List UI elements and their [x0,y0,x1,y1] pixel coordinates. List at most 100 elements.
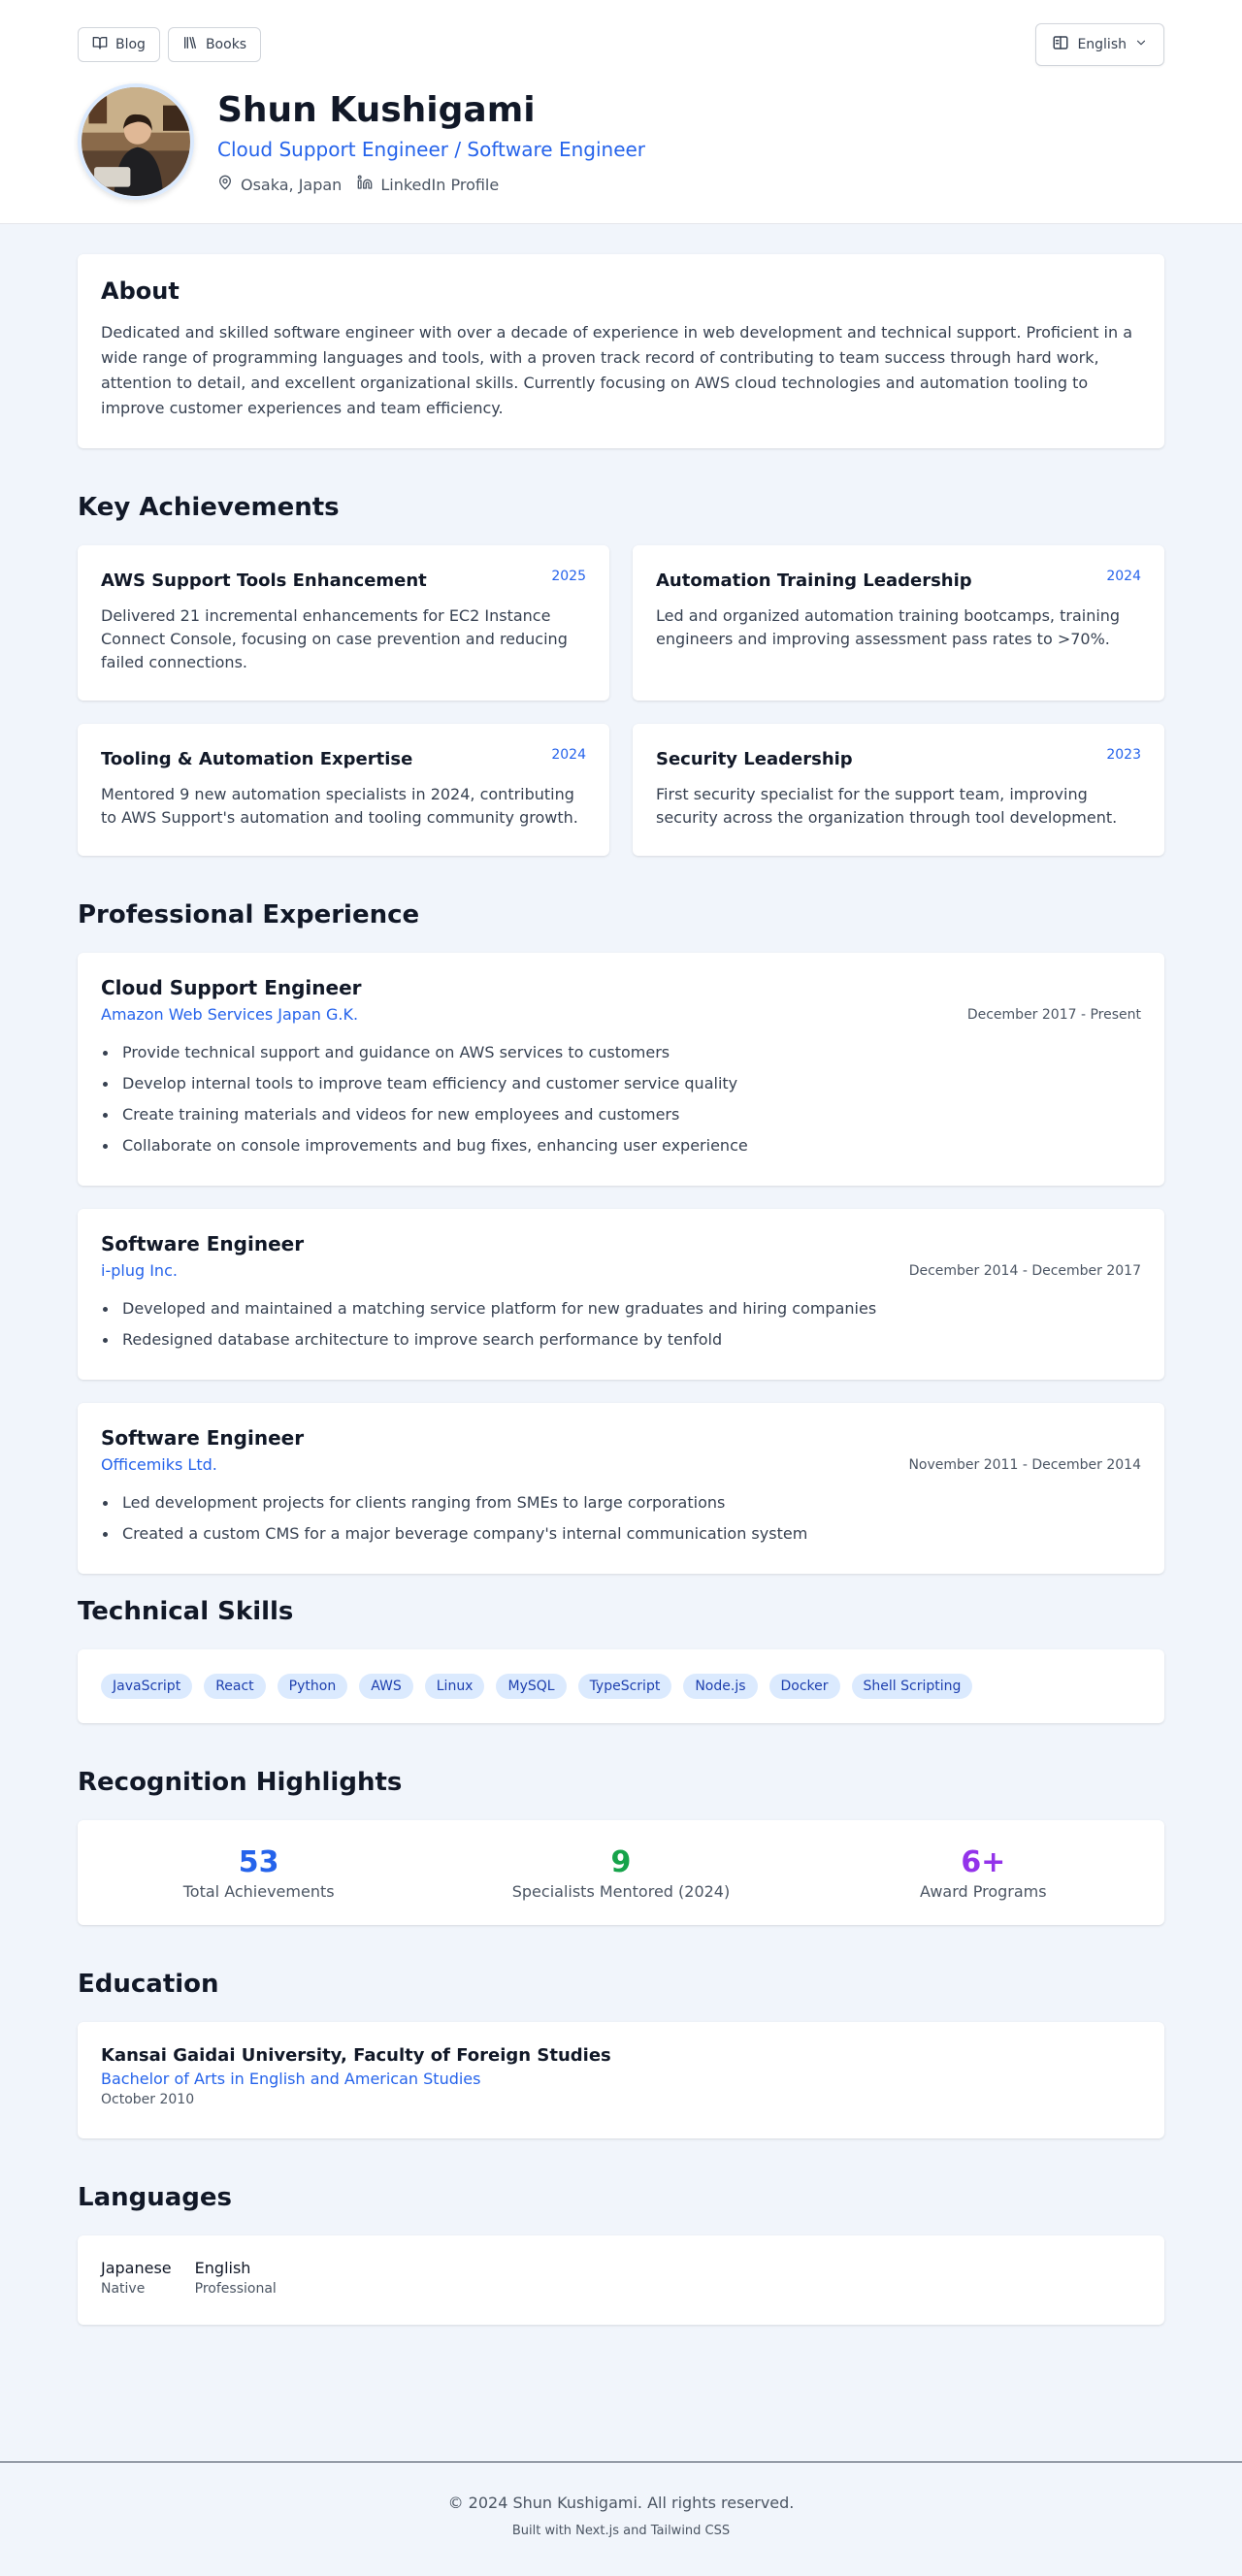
achievement-year: 2024 [1106,569,1141,584]
avatar [78,83,194,200]
job-role: Software Engineer [101,1232,305,1255]
job-bullet: Develop internal tools to improve team e… [101,1068,1141,1099]
achievement-title: Tooling & Automation Expertise [101,749,413,769]
achievement-card: Security Leadership 2023 First security … [633,724,1164,856]
profile-meta: Osaka, Japan LinkedIn Profile [217,175,645,194]
location-label: Osaka, Japan [241,175,343,194]
skill-chip: JavaScript [101,1674,193,1699]
job-company: Officemiks Ltd. [101,1455,217,1474]
skill-chip: MySQL [496,1674,567,1699]
job-role: Software Engineer [101,1426,305,1450]
job-bullets: Led development projects for clients ran… [101,1487,1141,1549]
job-bullet: Created a custom CMS for a major beverag… [101,1518,1141,1549]
languages-card: Japanese Native English Professional [78,2235,1164,2325]
map-pin-icon [217,175,233,194]
skills-title: Technical Skills [78,1597,294,1626]
about-title: About [101,277,180,305]
achievement-card: Automation Training Leadership 2024 Led … [633,545,1164,701]
experience-card: Software Engineer Officemiks Ltd. Novemb… [78,1403,1164,1574]
skill-chip: Node.js [683,1674,758,1699]
achievement-text: Mentored 9 new automation specialists in… [101,785,578,827]
achievement-card: AWS Support Tools Enhancement 2025 Deliv… [78,545,609,701]
recognition-title: Recognition Highlights [78,1768,403,1797]
recognition-stats: 53 Total Achievements 9 Specialists Ment… [78,1820,1164,1925]
stat-value: 9 [610,1844,632,1879]
job-dates: December 2017 - Present [966,1006,1141,1023]
achievement-title: Automation Training Leadership [656,571,972,591]
job-bullets: Developed and maintained a matching serv… [101,1293,1141,1355]
skill-chip: TypeScript [577,1674,672,1699]
job-meta: i-plug Inc. December 2014 - December 201… [101,1261,1141,1280]
language-item: Japanese Native [101,2259,172,2301]
about-text: Dedicated and skilled software engineer … [101,323,1133,417]
job-bullet: Developed and maintained a matching serv… [101,1293,1141,1324]
stat-item: 6+ Award Programs [802,1845,1164,1901]
achievement-card: Tooling & Automation Expertise 2024 Ment… [78,724,609,856]
skill-chip: Shell Scripting [851,1674,973,1699]
profile-text: Shun Kushigami Cloud Support Engineer / … [217,89,645,194]
linkedin-icon [357,175,373,194]
stat-label: Total Achievements [182,1881,335,1901]
stat-value: 53 [238,1844,279,1879]
linkedin-link[interactable]: LinkedIn Profile [357,175,499,194]
education-school: Kansai Gaidai University, Faculty of For… [101,2045,611,2066]
job-bullet: Redesigned database architecture to impr… [101,1324,1141,1355]
language-icon [1052,34,1069,55]
skills-list: JavaScript React Python AWS Linux MySQL … [78,1649,1164,1723]
achievement-title: Security Leadership [656,749,853,769]
job-meta: Amazon Web Services Japan G.K. December … [101,1005,1141,1024]
achievement-year: 2025 [551,569,586,584]
skill-chip: React [204,1674,266,1699]
education-degree: Bachelor of Arts in English and American… [101,2070,481,2088]
achievement-year: 2023 [1106,747,1141,763]
linkedin-label: LinkedIn Profile [380,175,500,194]
job-company: i-plug Inc. [101,1261,178,1280]
job-dates: December 2014 - December 2017 [908,1262,1141,1279]
job-bullet: Collaborate on console improvements and … [101,1130,1141,1161]
achievements-grid: AWS Support Tools Enhancement 2025 Deliv… [78,545,1164,856]
education-date: October 2010 [101,2092,195,2107]
profile-block: Shun Kushigami Cloud Support Engineer / … [78,83,645,200]
skill-chip: Docker [768,1674,840,1699]
language-name: Japanese [101,2259,172,2277]
about-section: About Dedicated and skilled software eng… [78,254,1164,448]
job-company: Amazon Web Services Japan G.K. [101,1005,359,1024]
books-button[interactable]: Books [167,27,262,62]
skill-chip: Linux [424,1674,485,1699]
experience-card: Software Engineer i-plug Inc. December 2… [78,1209,1164,1380]
top-bar: Blog Books English [78,23,1164,66]
education-card: Kansai Gaidai University, Faculty of For… [78,2022,1164,2138]
main-content: About Dedicated and skilled software eng… [78,254,1164,2325]
nav-links: Blog Books [78,27,262,62]
language-level: Professional [194,2281,277,2297]
books-label: Books [205,37,247,52]
footer-copyright: © 2024 Shun Kushigami. All rights reserv… [447,2494,795,2512]
achievement-text: Led and organized automation training bo… [656,606,1121,648]
education-title: Education [78,1970,219,1999]
profile-name: Shun Kushigami [217,90,536,130]
footer-built-with: Built with Next.js and Tailwind CSS [511,2524,731,2538]
stat-label: Award Programs [920,1881,1047,1901]
skill-chip: Python [277,1674,348,1699]
language-label: English [1077,37,1127,52]
stat-item: 53 Total Achievements [78,1845,440,1901]
location: Osaka, Japan [217,175,342,194]
achievement-year: 2024 [551,747,586,763]
experience-list: Cloud Support Engineer Amazon Web Servic… [78,953,1164,1574]
job-role: Cloud Support Engineer [101,976,362,999]
blog-button[interactable]: Blog [78,27,160,62]
language-name: English [194,2259,251,2277]
skill-chip: AWS [359,1674,413,1699]
book-open-icon [92,35,108,54]
stat-item: 9 Specialists Mentored (2024) [440,1845,801,1901]
language-selector[interactable]: English [1035,23,1164,66]
page-footer: © 2024 Shun Kushigami. All rights reserv… [0,2462,1242,2538]
job-bullet: Create training materials and videos for… [101,1099,1141,1130]
achievements-title: Key Achievements [78,493,340,522]
achievement-text: Delivered 21 incremental enhancements fo… [101,606,568,671]
library-icon [182,35,198,54]
language-item: English Professional [195,2259,277,2301]
experience-card: Cloud Support Engineer Amazon Web Servic… [78,953,1164,1186]
stat-value: 6+ [961,1844,1006,1879]
experience-title: Professional Experience [78,900,420,929]
